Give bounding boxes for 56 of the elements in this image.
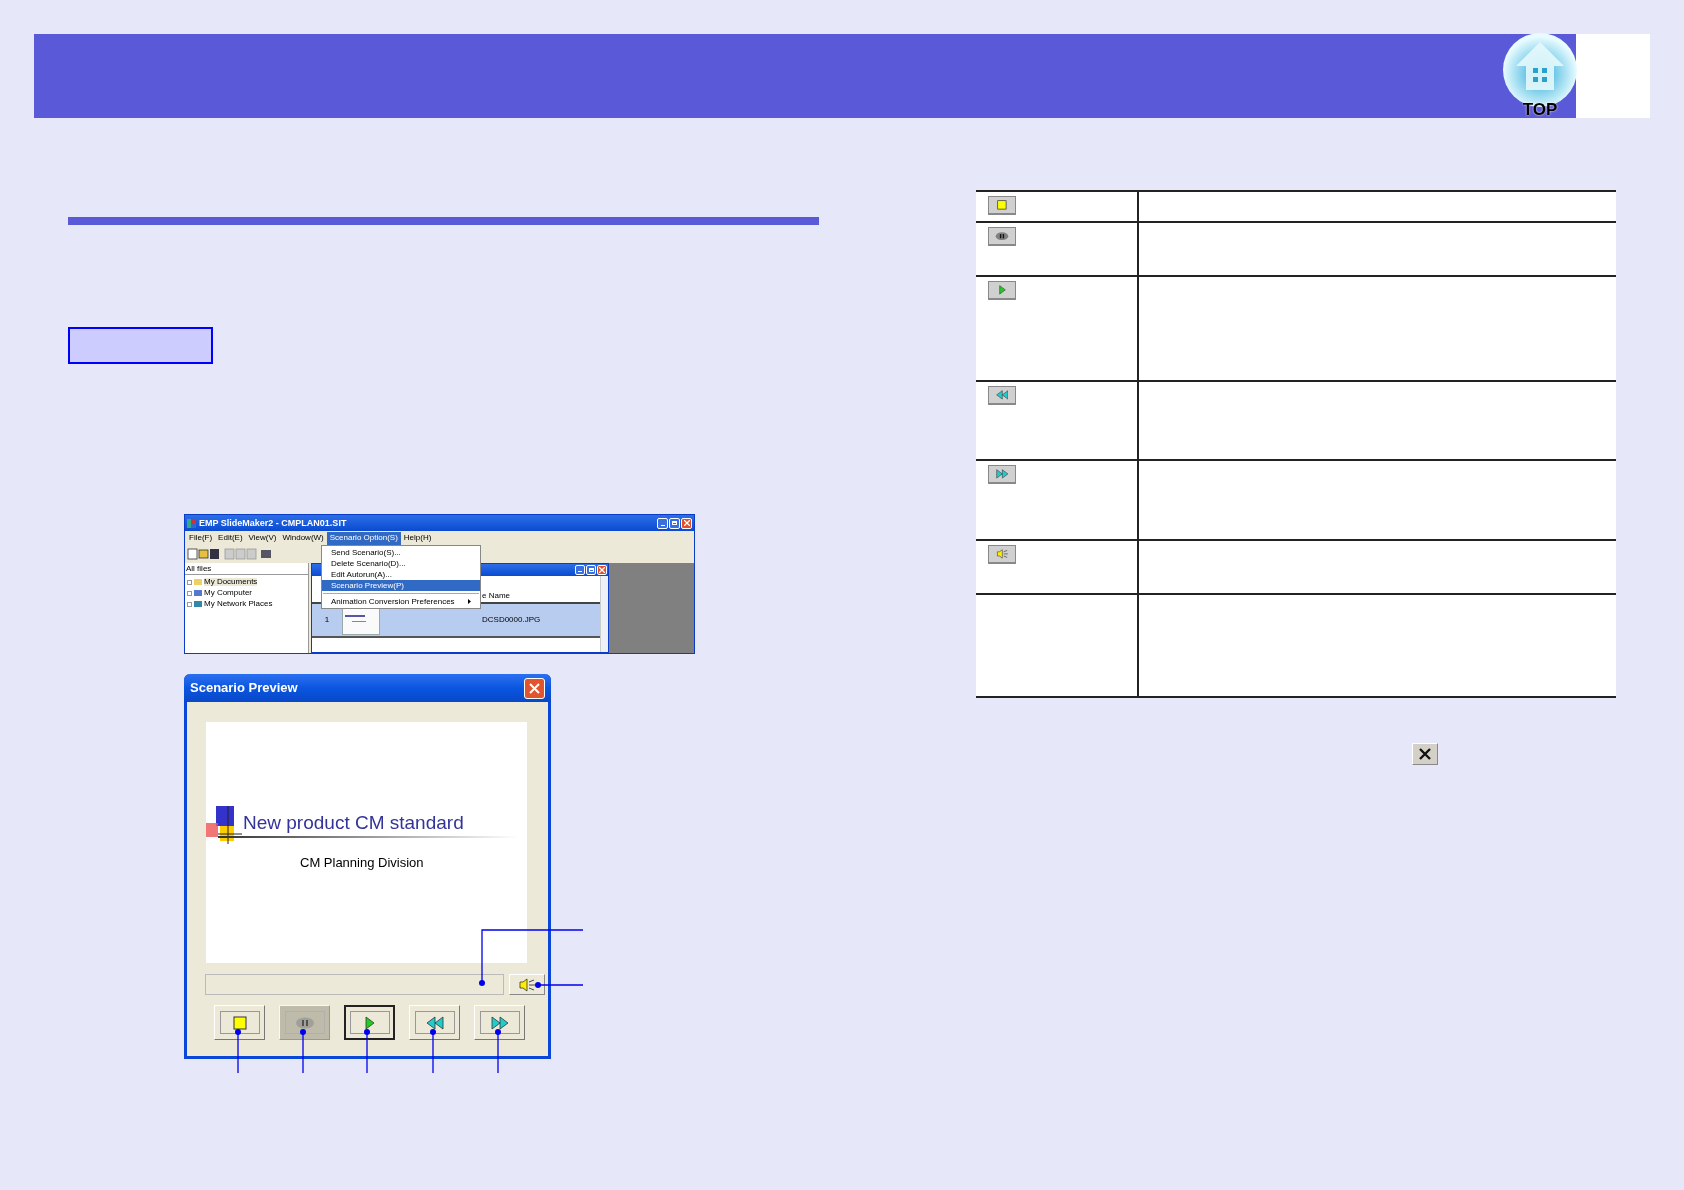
file-row[interactable]: 1 DCSD0000.JPG: [312, 604, 600, 638]
maximize-button[interactable]: [669, 517, 680, 529]
play-icon: [998, 285, 1006, 295]
fast-forward-icon: [490, 1015, 509, 1030]
leader-line: [495, 1029, 501, 1074]
playback-button[interactable]: [344, 1005, 395, 1040]
tree-item[interactable]: My Computer: [204, 589, 252, 597]
tree-item[interactable]: My Network Places: [204, 600, 273, 608]
minimize-button[interactable]: [575, 565, 585, 575]
sound-button[interactable]: [509, 974, 545, 995]
close-button[interactable]: [524, 677, 545, 699]
close-button[interactable]: [597, 565, 607, 575]
menu-item[interactable]: Window(W): [279, 531, 327, 545]
column-header: e Name: [482, 592, 511, 600]
submenu-arrow-icon: [468, 599, 471, 604]
close-icon: [1419, 748, 1431, 760]
fast-forward-icon: [995, 469, 1009, 479]
app-icon: [187, 518, 196, 528]
menu-item[interactable]: Help(H): [400, 531, 435, 545]
tree-item[interactable]: My Documents: [204, 578, 258, 586]
scrollbar[interactable]: [600, 576, 608, 652]
leader-line: [364, 1029, 370, 1074]
file-name: DCSD0000.JPG: [482, 616, 542, 624]
play-icon: [364, 1015, 375, 1030]
menu-item[interactable]: File(F): [186, 531, 216, 545]
stop-icon: [997, 200, 1007, 210]
stop-icon: [232, 1015, 247, 1030]
top-button[interactable]: TOP: [1500, 32, 1580, 116]
menu-entry[interactable]: Delete Scenario(D)...: [322, 558, 480, 569]
pause-icon: [995, 231, 1009, 241]
slide-title: New product CM standard: [243, 813, 464, 832]
menu-item[interactable]: Scenario Option(S): [326, 531, 401, 545]
menu-entry[interactable]: Send Scenario(S)...: [322, 547, 480, 558]
window-title: EMP SlideMaker2 - CMPLAN01.SIT: [199, 518, 347, 528]
slide-subtitle: CM Planning Division: [300, 854, 424, 872]
leader-line: [300, 1029, 306, 1074]
window-title: Scenario Preview: [190, 679, 298, 698]
maximize-button[interactable]: [586, 565, 596, 575]
speaker-icon: [518, 977, 536, 992]
row-number: 1: [323, 616, 331, 624]
pause-icon: [294, 1016, 315, 1029]
menu-entry[interactable]: Scenario Preview(P): [322, 580, 480, 591]
menu-entry[interactable]: Animation Conversion Preferences: [322, 596, 480, 607]
slide-decoration-drawing: [206, 806, 242, 845]
menu-item[interactable]: View(V): [245, 531, 280, 545]
path-field[interactable]: All files: [185, 563, 308, 575]
menu-item[interactable]: Edit(E): [215, 531, 246, 545]
speaker-icon: [995, 549, 1009, 559]
menu-entry[interactable]: Edit Autorun(A)...: [322, 569, 480, 580]
close-icon: [529, 682, 540, 694]
leader-line: [430, 1029, 436, 1074]
close-button[interactable]: [681, 517, 692, 529]
rewind-icon: [425, 1015, 444, 1030]
leader-line: [235, 1029, 241, 1074]
rewind-icon: [995, 390, 1009, 400]
minimize-button[interactable]: [657, 517, 668, 529]
